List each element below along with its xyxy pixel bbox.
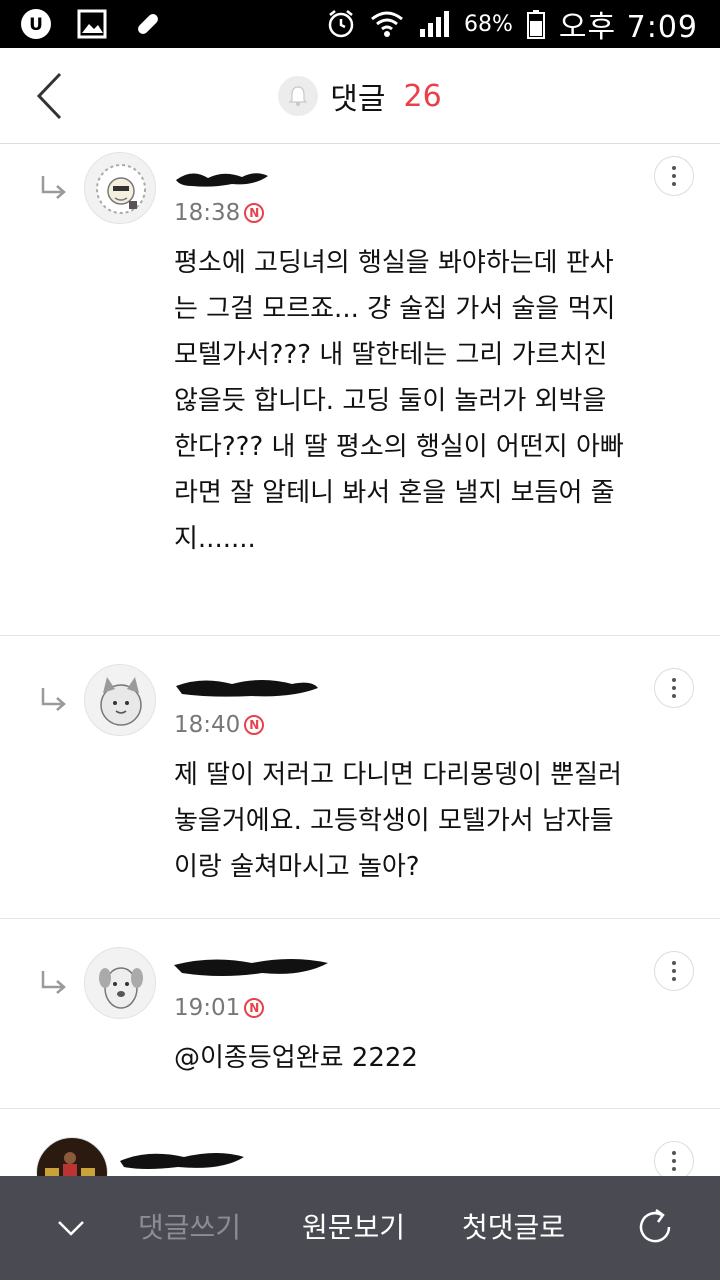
avatar[interactable] [84, 947, 156, 1019]
status-bar: U 68% 오후 7:09 [0, 0, 720, 48]
battery-icon [526, 9, 545, 39]
comment-item [0, 1109, 720, 1176]
comment-count: 26 [403, 78, 442, 114]
new-badge: N [244, 998, 265, 1018]
avatar[interactable] [84, 152, 156, 224]
comment-timestamp: 19:01 N [174, 995, 265, 1021]
timestamp-text: 18:38 [174, 200, 241, 226]
more-options-button[interactable] [654, 951, 694, 991]
collapse-button[interactable] [48, 1208, 94, 1248]
avatar[interactable] [84, 664, 156, 736]
refresh-button[interactable] [632, 1204, 678, 1250]
more-options-button[interactable] [654, 1141, 694, 1176]
comment-item: 18:38 N 평소에 고딩녀의 행실을 봐야하는데 판사는 그걸 모르죠...… [0, 144, 720, 636]
more-vertical-icon [672, 959, 676, 983]
comment-list[interactable]: 18:38 N 평소에 고딩녀의 행실을 봐야하는데 판사는 그걸 모르죠...… [0, 144, 720, 1176]
system-status: 68% 오후 7:09 [326, 0, 698, 48]
comment-item: 19:01 N @이종등업완료 2222 [0, 919, 720, 1109]
author-name-redacted [174, 959, 328, 976]
refresh-icon [639, 1208, 671, 1243]
comment-item: 18:40 N 제 딸이 저러고 다니면 다리몽뎅이 뿐질러놓을거에요. 고등학… [0, 636, 720, 919]
app-header: 댓글 26 [0, 48, 720, 144]
header-title-group: 댓글 26 [0, 48, 720, 144]
battery-percentage: 68% [463, 11, 513, 37]
signal-icon [418, 9, 450, 39]
author-name-redacted [120, 1153, 244, 1169]
more-options-button[interactable] [654, 668, 694, 708]
bell-icon[interactable] [278, 76, 319, 116]
view-original-button[interactable]: 원문보기 [302, 1206, 405, 1246]
more-options-button[interactable] [654, 156, 694, 196]
clock-time: 7:09 [626, 10, 698, 45]
more-vertical-icon [672, 164, 676, 188]
reply-arrow-icon [41, 176, 66, 199]
new-badge: N [244, 715, 265, 735]
more-vertical-icon [672, 676, 676, 700]
comment-timestamp: 18:40 N [174, 712, 265, 738]
clock-ampm: 오후 [558, 10, 617, 45]
image-icon [74, 7, 110, 41]
u-plus-icon: U [18, 7, 54, 41]
timestamp-text: 19:01 [174, 995, 241, 1021]
notification-icons: U [18, 7, 166, 41]
reply-arrow-icon [41, 971, 66, 994]
svg-text:U: U [29, 15, 43, 35]
author-name-redacted [176, 680, 318, 697]
reply-arrow-icon [41, 688, 66, 711]
bottom-toolbar: 댓글쓰기 원문보기 첫댓글로 [0, 1176, 720, 1280]
bandage-icon [130, 7, 166, 41]
comment-body: 평소에 고딩녀의 행실을 봐야하는데 판사는 그걸 모르죠... 걍 술집 가서… [174, 248, 624, 554]
avatar[interactable] [36, 1137, 108, 1176]
more-vertical-icon [672, 1149, 676, 1173]
comment-body: @이종등업완료 2222 [174, 1043, 418, 1073]
first-comment-button[interactable]: 첫댓글로 [462, 1206, 565, 1246]
new-badge: N [244, 203, 265, 223]
comment-timestamp: 18:38 N [174, 200, 265, 226]
write-comment-button[interactable]: 댓글쓰기 [138, 1206, 241, 1246]
timestamp-text: 18:40 [174, 712, 241, 738]
alarm-icon [326, 9, 356, 39]
clock: 오후 7:09 [559, 2, 698, 46]
comment-body: 제 딸이 저러고 다니면 다리몽뎅이 뿐질러놓을거에요. 고등학생이 모텔가서 … [174, 760, 622, 882]
wifi-icon [370, 9, 404, 39]
author-name-redacted [176, 173, 268, 187]
page-title: 댓글 [330, 82, 386, 117]
chevron-down-icon [58, 1221, 84, 1236]
